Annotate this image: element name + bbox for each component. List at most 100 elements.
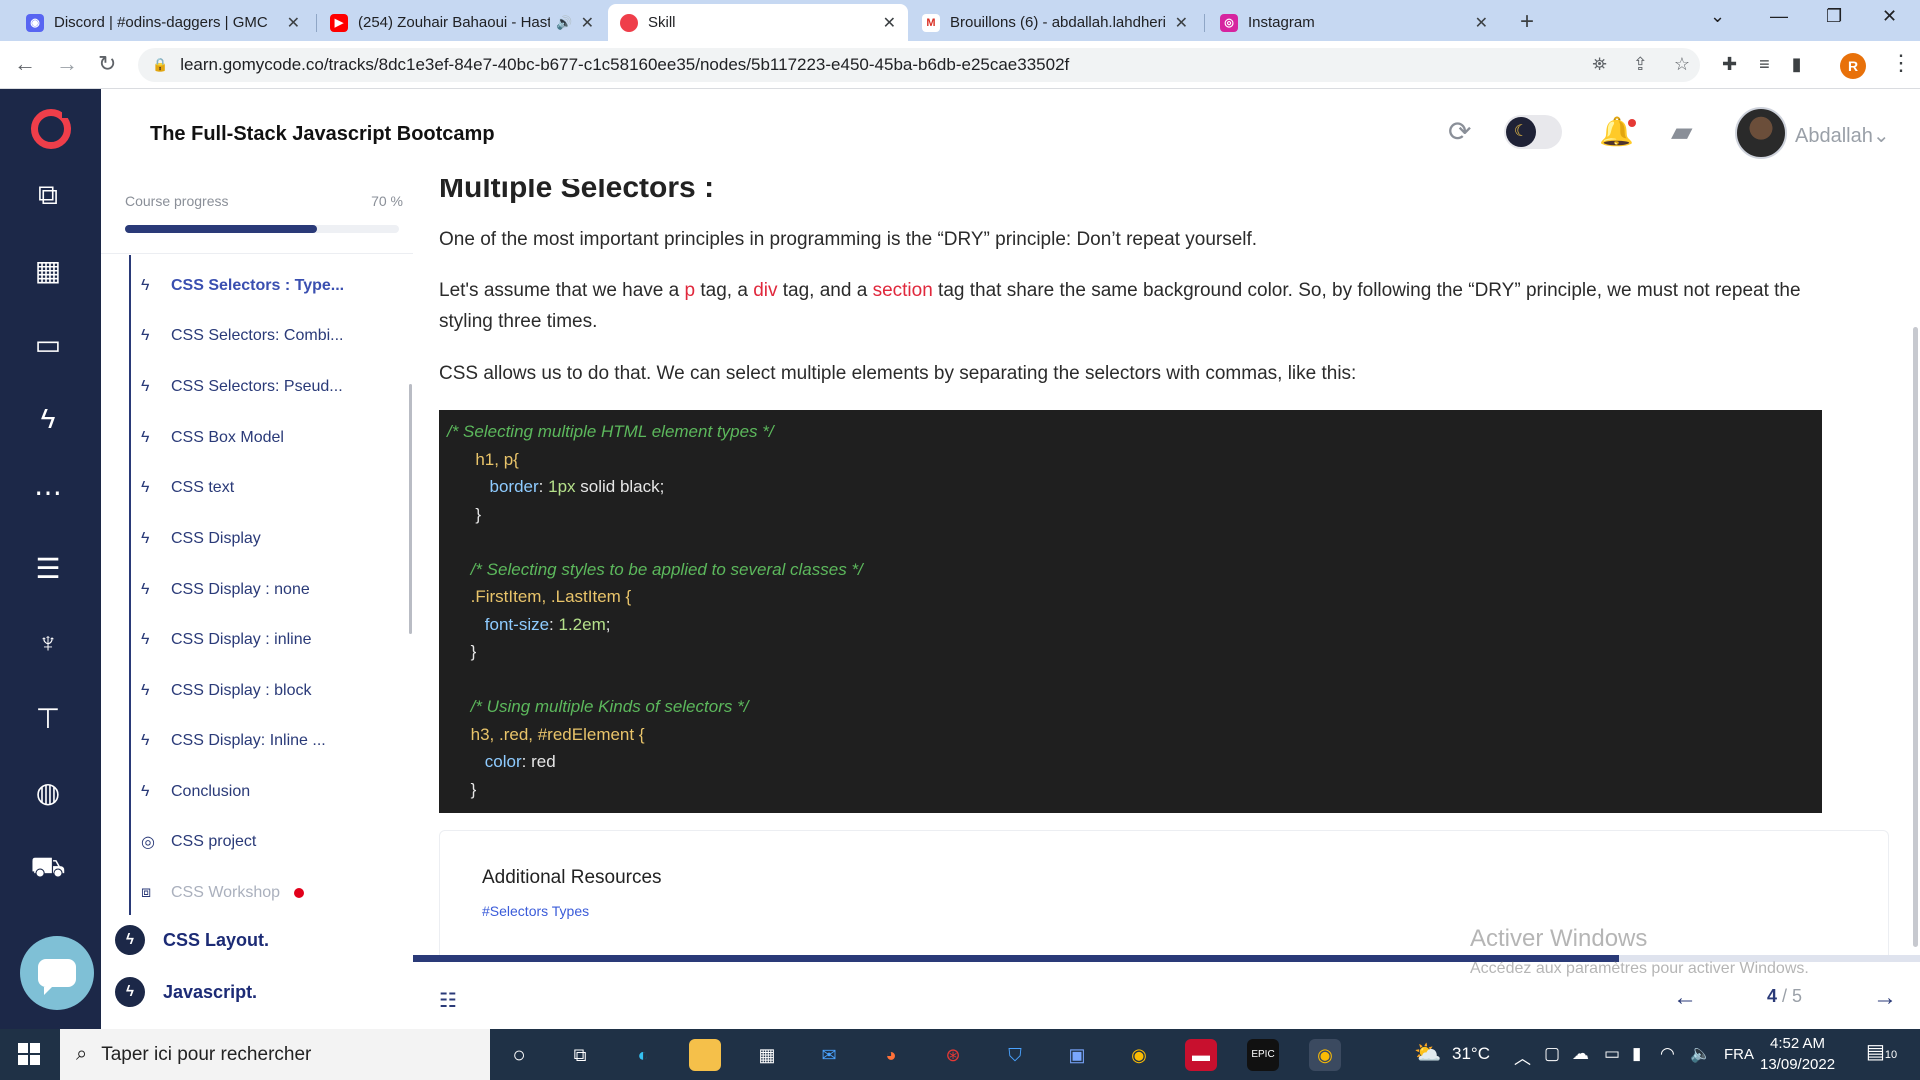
prev-arrow-icon[interactable]: ← (1673, 984, 1697, 1012)
phone-link-icon[interactable]: ▣ (1061, 1039, 1093, 1071)
weather-icon[interactable]: ⛅ (1414, 1040, 1441, 1066)
weather-temp[interactable]: 31°C (1452, 1044, 1490, 1064)
lesson-item[interactable]: ϟ CSS Box Model (141, 426, 284, 450)
user-menu[interactable]: Abdallah⌄ (1795, 123, 1890, 148)
lesson-item[interactable]: ϟ Conclusion (141, 780, 250, 804)
tab-skill[interactable]: Skill ✕ (608, 4, 908, 41)
calendar-icon[interactable]: ▦ (30, 253, 66, 289)
file-explorer-icon[interactable] (689, 1039, 721, 1071)
reading-list-icon[interactable]: ≡ (1759, 54, 1770, 75)
cortana-icon[interactable]: ○ (503, 1039, 535, 1071)
laptop-icon[interactable]: ▭ (30, 327, 66, 363)
dark-mode-toggle[interactable]: ☾ (1504, 115, 1562, 149)
lesson-item[interactable]: ϟ CSS Display : inline (141, 628, 312, 652)
volume-icon[interactable]: 🔈 (1690, 1044, 1711, 1064)
cart-icon[interactable]: ⛟ (30, 849, 66, 885)
workshop-icon: ⧈ (141, 884, 152, 901)
lesson-item[interactable]: ◎ CSS project (141, 830, 256, 854)
chrome-icon[interactable]: ◉ (1123, 1039, 1155, 1071)
lesson-item[interactable]: ϟ CSS Selectors: Pseud... (141, 375, 343, 399)
close-tab-icon[interactable]: ✕ (1175, 13, 1188, 33)
lesson-item[interactable]: ϟ CSS Selectors : Type... (141, 274, 344, 298)
close-tab-icon[interactable]: ✕ (1475, 13, 1488, 33)
firefox-icon[interactable]: ◕ (875, 1039, 907, 1071)
tab-instagram[interactable]: ◎ Instagram ✕ (1208, 4, 1500, 41)
back-icon[interactable]: ← (14, 51, 36, 77)
code-line: } (470, 779, 477, 799)
store-icon[interactable]: ▦ (751, 1039, 783, 1071)
close-tab-icon[interactable]: ✕ (883, 13, 896, 33)
lesson-item[interactable]: ϟ CSS Selectors: Combi... (141, 324, 344, 348)
clock[interactable]: 4:52 AM 13/09/2022 (1760, 1033, 1835, 1075)
support-chat-button[interactable] (20, 936, 94, 1010)
tab-search-icon[interactable]: ⌄ (1710, 6, 1725, 27)
lesson-item[interactable]: ϟ CSS Display (141, 527, 261, 551)
tab-gmail[interactable]: M Brouillons (6) - abdallah.lahdheri ✕ (910, 4, 1200, 41)
lesson-item[interactable]: ⧈ CSS Workshop (141, 881, 305, 905)
bolt-icon[interactable]: ϟ (30, 401, 66, 437)
bookmark-star-icon[interactable]: ☆ (1674, 54, 1690, 75)
edge-icon[interactable]: ◐ (627, 1039, 659, 1071)
lesson-item[interactable]: ϟ CSS Display : none (141, 578, 310, 602)
tab-youtube[interactable]: ▶ (254) Zouhair Bahaoui - Hast 🔊 ✕ (318, 4, 606, 41)
forward-icon[interactable]: → (56, 51, 78, 77)
chrome-profile-icon[interactable]: ◉ (1309, 1039, 1341, 1071)
reload-icon[interactable]: ↻ (98, 51, 116, 77)
wifi-icon[interactable]: ◠ (1660, 1044, 1675, 1064)
translate-icon[interactable]: ⛯ (1592, 54, 1606, 75)
avatar[interactable] (1735, 107, 1787, 159)
chat-icon[interactable]: ⋯ (30, 475, 66, 511)
language-indicator[interactable]: FRA (1724, 1046, 1754, 1063)
refresh-icon[interactable]: ⟳ (1448, 115, 1471, 148)
notification-dot (1628, 119, 1636, 127)
close-tab-icon[interactable]: ✕ (287, 13, 300, 33)
next-arrow-icon[interactable]: → (1873, 984, 1897, 1012)
mail-icon[interactable]: ✉ (813, 1039, 845, 1071)
new-tab-icon[interactable]: + (1520, 8, 1534, 36)
hierarchy-icon[interactable]: ⊤ (30, 701, 66, 737)
tab-discord[interactable]: ◉ Discord | #odins-daggers | GMC ✕ (14, 4, 312, 41)
toc-icon[interactable]: ☷ (439, 988, 457, 1013)
epic-games-icon[interactable]: EPIC (1247, 1039, 1279, 1071)
side-panel-icon[interactable]: ▮ (1792, 54, 1802, 75)
module-label: Javascript. (163, 981, 258, 1002)
url-field[interactable]: 🔒 learn.gomycode.co/tracks/8dc1e3ef-84e7… (138, 48, 1700, 82)
battery-icon[interactable]: ▮ (1632, 1044, 1641, 1064)
share-icon[interactable]: ⇪ (1633, 54, 1648, 75)
module-item[interactable]: ϟ CSS Layout. (115, 925, 269, 955)
newspaper-icon[interactable]: ☰ (30, 551, 66, 587)
office-icon[interactable]: ▬ (1185, 1039, 1217, 1071)
lock-icon[interactable]: 🔒 (152, 57, 168, 73)
lesson-item[interactable]: ϟ CSS Display : block (141, 679, 312, 703)
sidebar-scrollbar[interactable] (409, 384, 412, 634)
meet-icon[interactable]: ▢ (1544, 1044, 1560, 1064)
security-shield-icon[interactable]: ⛉ (999, 1039, 1031, 1071)
speaker-icon[interactable]: 🔊 (556, 15, 572, 31)
close-window-icon[interactable]: ✕ (1882, 6, 1897, 27)
antivirus-icon[interactable]: ⊛ (937, 1039, 969, 1071)
windows-start-icon[interactable] (18, 1043, 40, 1065)
task-view-icon[interactable]: ⧉ (564, 1039, 596, 1071)
notification-center-icon[interactable]: ▤10 (1866, 1039, 1897, 1064)
messages-icon[interactable]: ▰ (1671, 115, 1693, 148)
close-tab-icon[interactable]: ✕ (581, 13, 594, 33)
minimize-icon[interactable]: — (1770, 6, 1788, 27)
extensions-icon[interactable]: ✚ (1722, 54, 1737, 75)
taskbar-search-input[interactable]: ⌕ Taper ici pour rechercher (60, 1029, 490, 1080)
globe-icon[interactable]: ◍ (30, 775, 66, 811)
browser-menu-icon[interactable]: ⋮ (1890, 50, 1912, 76)
tracks-icon[interactable]: ⧉ (30, 177, 66, 213)
gomycode-logo[interactable] (31, 106, 74, 149)
browser-profile-avatar[interactable]: R (1840, 53, 1866, 79)
onedrive-icon[interactable]: ☁ (1572, 1044, 1589, 1064)
lesson-item[interactable]: ϟ CSS Display: Inline ... (141, 729, 326, 753)
tab-separator (1204, 14, 1205, 32)
module-item[interactable]: ϟ Javascript. (115, 977, 257, 1007)
resource-link[interactable]: #Selectors Types (482, 903, 589, 919)
display-icon[interactable]: ▭ (1604, 1044, 1620, 1064)
restore-icon[interactable]: ❐ (1826, 6, 1842, 27)
tray-chevron-icon[interactable]: ︿ (1514, 1044, 1531, 1069)
lesson-item[interactable]: ϟ CSS text (141, 476, 234, 500)
content-scrollbar[interactable] (1913, 327, 1918, 947)
trophy-icon[interactable]: ♆ (30, 625, 66, 661)
